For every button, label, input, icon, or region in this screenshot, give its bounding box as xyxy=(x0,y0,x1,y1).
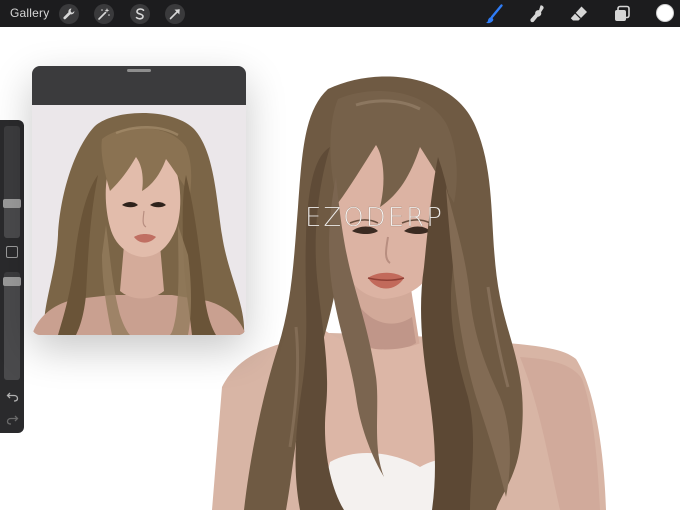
selection-icon[interactable] xyxy=(130,4,150,24)
reference-photo xyxy=(32,105,246,335)
layers-icon[interactable] xyxy=(611,3,633,25)
transform-arrow-icon[interactable] xyxy=(165,4,185,24)
square-icon[interactable] xyxy=(6,246,18,258)
top-toolbar: Gallery xyxy=(0,0,680,27)
reference-panel[interactable] xyxy=(32,66,246,335)
brush-opacity-slider[interactable] xyxy=(4,272,20,380)
brush-opacity-thumb[interactable] xyxy=(3,277,21,286)
color-swatch-button[interactable] xyxy=(656,4,674,22)
brush-size-thumb[interactable] xyxy=(3,199,21,208)
gallery-button[interactable]: Gallery xyxy=(10,6,49,20)
magic-wand-icon[interactable] xyxy=(94,4,114,24)
brush-icon[interactable] xyxy=(483,3,505,25)
undo-arrow-icon[interactable] xyxy=(6,390,19,402)
brush-size-fill xyxy=(4,204,20,238)
left-sidebar xyxy=(0,120,24,433)
watermark-text: EZODERP xyxy=(305,203,444,233)
redo-arrow-icon[interactable] xyxy=(6,413,19,425)
reference-panel-header[interactable] xyxy=(32,66,246,105)
brush-opacity-fill xyxy=(4,278,20,380)
wrench-icon[interactable] xyxy=(59,4,79,24)
smudge-icon[interactable] xyxy=(526,3,548,25)
grabber-icon[interactable] xyxy=(127,69,151,72)
eraser-icon[interactable] xyxy=(568,3,590,25)
brush-size-slider[interactable] xyxy=(4,126,20,238)
